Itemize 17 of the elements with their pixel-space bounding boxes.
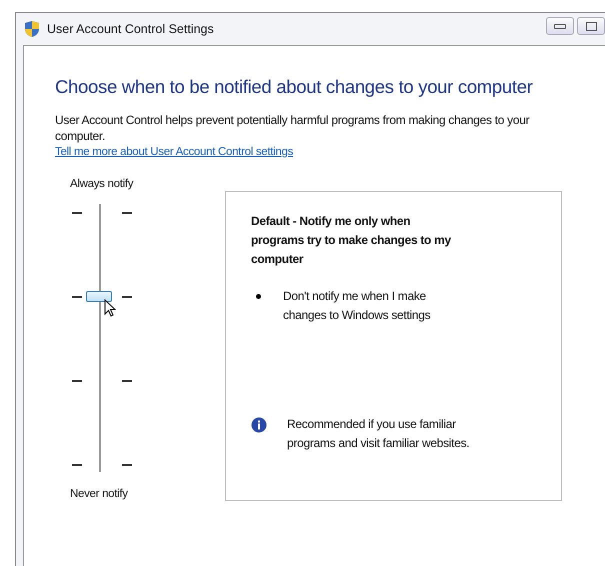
help-link[interactable]: Tell me more about User Account Control settings [55, 144, 294, 160]
window-title: User Account Control Settings [47, 22, 214, 36]
note-text: Recommended if you use familiar programs and visit familiar websites. [287, 416, 470, 452]
minimize-button[interactable] [546, 17, 574, 35]
description-text: User Account Control helps prevent potentially harmful programs from making changes to your computer. [55, 112, 530, 144]
slider-thumb[interactable] [86, 290, 112, 302]
page-heading: Choose when to be notified about changes to your computer [55, 76, 533, 98]
slider-bottom-label: Never notify [70, 488, 128, 500]
cursor-icon [104, 298, 116, 317]
shield-icon [24, 20, 40, 38]
bullet-text: Don't notify me when I make changes to Windows settings [283, 288, 432, 324]
bullet-icon [256, 294, 261, 299]
slider-top-label: Always notify [70, 178, 134, 190]
notification-slider[interactable] [72, 204, 132, 472]
maximize-button[interactable] [577, 17, 605, 35]
setting-title: Default - Notify me only when programs try to make changes to my computer [251, 213, 451, 268]
info-icon [251, 417, 267, 433]
